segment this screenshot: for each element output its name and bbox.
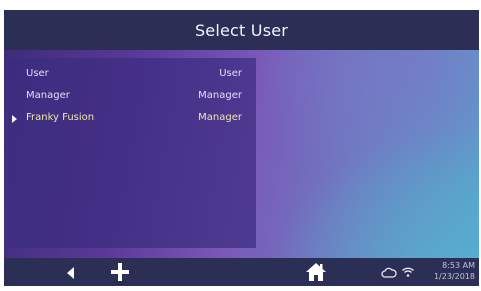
user-name: Franky Fusion: [26, 112, 95, 123]
page-title: Select User: [194, 20, 289, 40]
back-arrow-icon[interactable]: [64, 265, 78, 279]
user-role: Manager: [198, 112, 242, 123]
user-role: User: [219, 68, 242, 79]
user-role: Manager: [198, 90, 242, 101]
date-text: 1/23/2018: [433, 272, 475, 281]
clock: 8:53 AM 1/23/2018: [434, 260, 475, 282]
title-bar: Select User: [4, 10, 479, 50]
home-icon[interactable]: [305, 262, 327, 282]
plus-icon[interactable]: [110, 262, 130, 282]
user-name: User: [26, 68, 49, 79]
cloud-icon: [381, 265, 397, 279]
time-text: 8:53 AM: [442, 261, 475, 270]
touch-screen: Select User User User Manager Manager Fr…: [4, 10, 479, 286]
user-name: Manager: [26, 90, 70, 101]
user-row[interactable]: Manager Manager: [8, 87, 256, 105]
user-row-selected[interactable]: Franky Fusion Manager: [8, 109, 256, 127]
wifi-icon: [401, 264, 415, 278]
selection-pointer-icon: [12, 115, 17, 123]
bottom-bar: 8:53 AM 1/23/2018: [4, 258, 479, 286]
user-row[interactable]: User User: [8, 65, 256, 83]
user-list: User User Manager Manager Franky Fusion …: [8, 58, 256, 248]
